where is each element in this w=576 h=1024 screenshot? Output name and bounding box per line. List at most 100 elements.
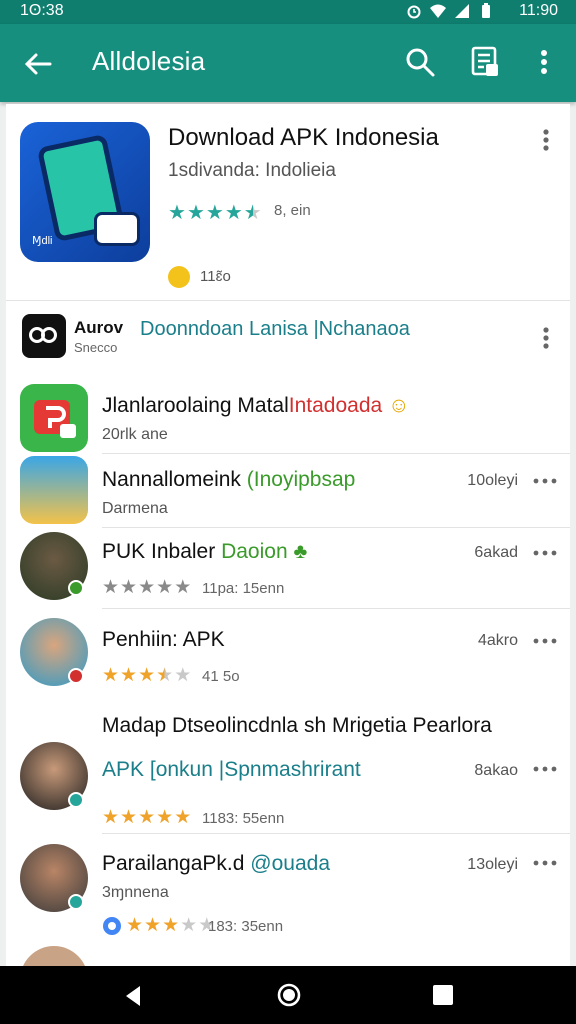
google-icon: [103, 917, 121, 935]
app-bar: Alldolesia: [0, 24, 576, 102]
sponsor-brand-sub: Snecco: [74, 340, 118, 355]
alarm-icon: [407, 5, 421, 19]
list-item[interactable]: Nannallomeink (Inoyipbsap Darmena 10oley…: [6, 454, 570, 528]
featured-rating-stars: ★ ★ ★ ★ ★: [168, 200, 262, 225]
search-icon[interactable]: [404, 46, 436, 78]
status-dot: [68, 894, 84, 910]
star-icon: ★: [174, 807, 192, 828]
star-icon: ★: [156, 665, 174, 686]
sponsor-more-icon[interactable]: [536, 324, 556, 352]
signal-icon: [455, 4, 469, 18]
star-icon: ★: [138, 807, 156, 828]
battery-icon: [482, 3, 490, 18]
sponsor-logo[interactable]: [22, 314, 66, 358]
app-title: Jlanlaroolaing MatalIntadoada ☺: [102, 394, 410, 417]
list-item[interactable]: ParailangaPk.d @ouada 3ɱnnena ★ ★ ★ ★ ★ 183:…: [6, 838, 570, 942]
star-icon: ★: [120, 577, 138, 598]
app-title: ParailangaPk.d @ouada: [102, 852, 330, 875]
star-icon: ★: [224, 202, 243, 224]
status-bar: 1ʘ:38 11:90: [0, 0, 576, 24]
star-icon: ★: [120, 807, 138, 828]
rating-text: 183: 35enn: [208, 918, 284, 935]
more-icon[interactable]: [532, 634, 558, 648]
status-time-right: 11:90: [519, 2, 558, 19]
star-icon: ★: [156, 807, 174, 828]
star-icon: ★: [102, 665, 120, 686]
app-title: APK [onkun |Spnmashrirant: [102, 758, 361, 781]
list-item[interactable]: Madap Dtseolincdnla sh Mrigetia Pearlora…: [6, 704, 570, 834]
sponsor-title[interactable]: Doonndoan Lanisa |Nchanaoa: [140, 318, 410, 341]
featured-app-icon[interactable]: Ɱdli: [20, 122, 150, 262]
app-subtitle: 20rlk ane: [102, 426, 168, 443]
app-subtitle: Darmena: [102, 500, 168, 517]
rating-stars: ★ ★ ★ ★ ★: [102, 664, 191, 687]
app-meta: 10oleyi: [467, 472, 518, 489]
featured-badge-text: 11ɛ̃o: [200, 268, 231, 285]
app-subtitle: 3ɱnnena: [102, 884, 169, 901]
rating-text: 41 5o: [202, 668, 240, 685]
divider: [102, 608, 570, 609]
app-meta: 13oleyi: [467, 856, 518, 873]
back-arrow-icon[interactable]: [20, 46, 56, 82]
list-item[interactable]: Jlanlaroolaing MatalIntadoada ☺ 20rlk an…: [6, 380, 570, 458]
more-icon[interactable]: [532, 546, 558, 560]
featured-rating-count: 8, ein: [274, 202, 311, 219]
badge-icon: [168, 266, 190, 288]
star-icon: ★: [180, 915, 198, 936]
star-icon: ★: [186, 202, 205, 224]
star-icon: ★: [144, 915, 162, 936]
list-item[interactable]: PUK Inbaler Daoion ♣ ★ ★ ★ ★ ★ 11pa: 15enn 6…: [6, 528, 570, 610]
emoji-icon: ☺: [388, 394, 410, 417]
app-meta: 8akao: [474, 762, 518, 779]
star-icon: ★: [156, 577, 174, 598]
overflow-menu-icon[interactable]: [530, 46, 558, 78]
status-dot: [68, 580, 84, 596]
featured-more-icon[interactable]: [536, 126, 556, 154]
app-bar-title: Alldolesia: [92, 46, 206, 76]
more-icon[interactable]: [532, 474, 558, 488]
app-meta: 6akad: [474, 544, 518, 561]
download-queue-icon[interactable]: [468, 44, 502, 78]
star-icon: ★: [126, 915, 144, 936]
star-icon: ★: [174, 665, 192, 686]
section-header-text: Madap Dtseolincdnla sh Mrigetia Pearlora: [102, 714, 492, 737]
star-icon: ★: [168, 202, 186, 224]
star-icon: ★: [102, 807, 120, 828]
status-dot: [68, 792, 84, 808]
featured-app-title[interactable]: Download APK Indonesia: [168, 124, 439, 152]
app-icon: [20, 456, 88, 524]
people-icon: ♣: [293, 540, 308, 563]
rating-text: 1183: 55enn: [202, 810, 285, 827]
status-icons: [406, 3, 494, 19]
rating-stars: ★ ★ ★ ★ ★: [102, 576, 191, 599]
star-icon: ★: [138, 577, 156, 598]
app-icon: [20, 384, 88, 452]
star-icon: ★: [243, 202, 262, 224]
sponsor-brand: Aurov: [74, 318, 124, 337]
nav-home-icon[interactable]: [276, 982, 302, 1008]
more-icon[interactable]: [532, 762, 558, 776]
app-title: PUK Inbaler Daoion ♣: [102, 540, 308, 563]
star-icon: ★: [120, 665, 138, 686]
status-time-left: 1ʘ:38: [20, 2, 64, 19]
rating-text: 11pa: 15enn: [202, 580, 285, 597]
app-title: Nannallomeink (Inoyipbsap: [102, 468, 356, 491]
nav-back-icon[interactable]: [122, 984, 146, 1008]
rating-stars: ★ ★ ★ ★ ★: [126, 914, 215, 937]
nav-recent-apps-icon[interactable]: [432, 984, 454, 1006]
star-icon: ★: [102, 577, 120, 598]
star-icon: ★: [174, 577, 192, 598]
rating-stars: ★ ★ ★ ★ ★: [102, 806, 191, 829]
divider: [6, 300, 570, 301]
divider: [102, 833, 570, 834]
more-icon[interactable]: [532, 856, 558, 870]
featured-icon-label: Ɱdli: [32, 235, 53, 247]
avatar: [20, 946, 88, 966]
status-dot: [68, 668, 84, 684]
star-icon: ★: [162, 915, 180, 936]
featured-app-developer: 1sdivanda: Indolieia: [168, 160, 336, 181]
list-item[interactable]: Penhiin: APK ★ ★ ★ ★ ★ 41 5o 4akro: [6, 610, 570, 700]
star-icon: ★: [138, 665, 156, 686]
cursor-graphic: [94, 212, 140, 246]
app-meta: 4akro: [477, 632, 518, 649]
